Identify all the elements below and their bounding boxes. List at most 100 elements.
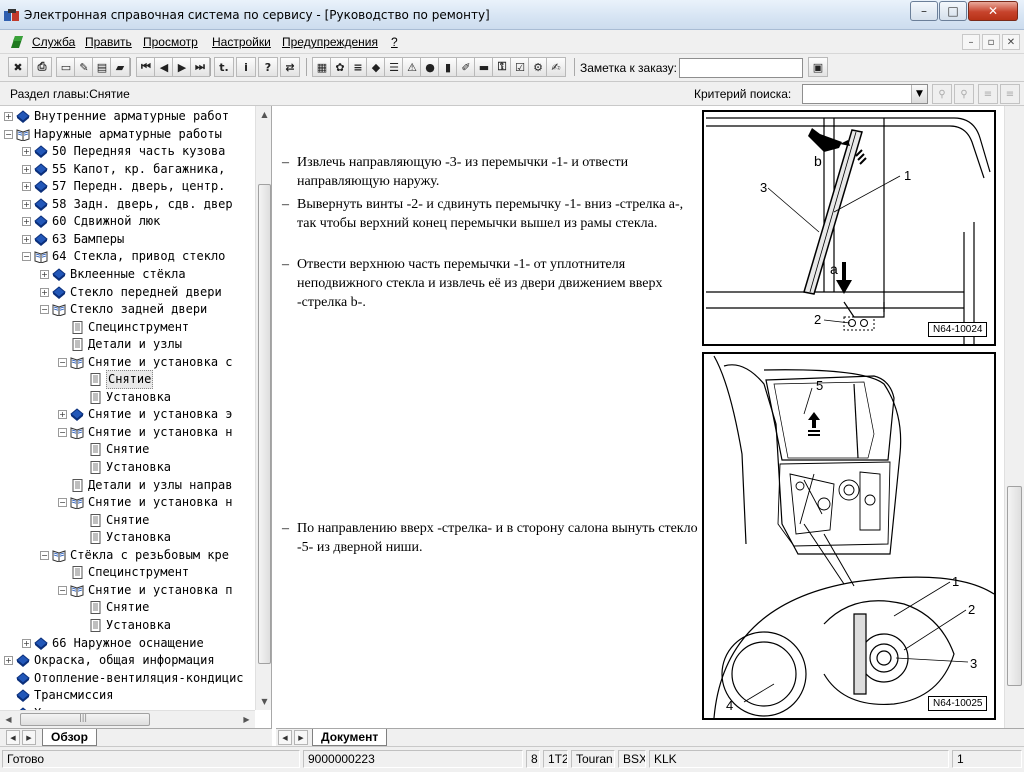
- tool-icon-button[interactable]: ✐: [456, 57, 476, 77]
- warning-icon-button[interactable]: ⚠: [402, 57, 422, 77]
- wiring-icon-button[interactable]: ≡: [348, 57, 368, 77]
- maximize-button[interactable]: □: [939, 1, 967, 21]
- expand-icon[interactable]: +: [22, 199, 31, 209]
- tree-hscroll-thumb[interactable]: |||: [20, 713, 150, 726]
- expand-icon[interactable]: +: [58, 410, 67, 420]
- tree-item-label: Вклеенные стёкла: [70, 266, 186, 281]
- collapse-icon[interactable]: −: [58, 585, 67, 595]
- expand-icon[interactable]: +: [4, 112, 13, 121]
- scroll-down-icon[interactable]: ▼: [256, 693, 271, 710]
- tree-vertical-scrollbar[interactable]: ▲ ▼: [255, 106, 271, 710]
- print-icon-button[interactable]: ⎙: [32, 57, 52, 77]
- info-icon-button[interactable]: i: [236, 57, 256, 77]
- note-icon-button[interactable]: ✍: [546, 57, 566, 77]
- expand-icon[interactable]: +: [22, 147, 31, 157]
- previous-icon-button[interactable]: ◀: [154, 57, 174, 77]
- tab-prev-icon[interactable]: ◀: [278, 730, 292, 745]
- edit-page-icon-button[interactable]: ✎: [74, 57, 94, 77]
- page-icon-button[interactable]: ▭: [56, 57, 76, 77]
- print-icon: ⎙: [37, 60, 47, 73]
- document-scroll-thumb[interactable]: [1007, 486, 1022, 686]
- scroll-left-icon[interactable]: ◀: [0, 711, 17, 728]
- chevron-down-icon[interactable]: ▼: [911, 85, 927, 103]
- tab-next-icon[interactable]: ▶: [22, 730, 36, 745]
- tree-item-label: Установка: [106, 389, 172, 404]
- list-icon-button[interactable]: ☰: [384, 57, 404, 77]
- last-page-icon-button[interactable]: ⏭: [190, 57, 210, 77]
- callout-1: 1: [952, 574, 959, 589]
- expand-icon[interactable]: +: [22, 164, 31, 174]
- tab-next-icon[interactable]: ▶: [294, 730, 308, 745]
- scroll-right-icon[interactable]: ▶: [238, 711, 255, 728]
- expand-icon[interactable]: +: [40, 269, 49, 279]
- menu-warnings[interactable]: Предупреждения: [282, 35, 378, 49]
- search-list-button[interactable]: ≡: [978, 84, 998, 104]
- car-icon-button[interactable]: ▰: [110, 57, 130, 77]
- search-options-button[interactable]: ≡: [1000, 84, 1020, 104]
- callout-1: 1: [904, 168, 911, 183]
- battery-icon-button[interactable]: ▮: [438, 57, 458, 77]
- expand-icon[interactable]: +: [4, 656, 13, 666]
- collapse-icon[interactable]: −: [58, 498, 67, 508]
- search-button[interactable]: ⚲: [932, 84, 952, 104]
- mdi-restore-button[interactable]: ▫: [982, 34, 1000, 50]
- app-icon: [4, 9, 19, 21]
- tree-item-label: Стекло задней двери: [70, 302, 208, 317]
- exit-icon: ✖: [13, 60, 23, 74]
- tree-horizontal-scrollbar[interactable]: ◀ ||| ▶: [0, 710, 255, 728]
- search-next-button[interactable]: ⚲: [954, 84, 974, 104]
- menu-view[interactable]: Просмотр: [143, 35, 198, 49]
- collapse-icon[interactable]: −: [58, 357, 67, 367]
- globe-icon-button[interactable]: ●: [420, 57, 440, 77]
- collapse-icon[interactable]: −: [40, 550, 49, 560]
- order-note-field[interactable]: [679, 58, 803, 78]
- collapse-icon[interactable]: −: [58, 427, 67, 437]
- collapse-icon[interactable]: −: [22, 252, 31, 262]
- tree-item-label: Специнструмент: [88, 565, 190, 580]
- back-icon-button[interactable]: t.: [214, 57, 234, 77]
- exit-icon-button[interactable]: ✖: [8, 57, 28, 77]
- menu-edit[interactable]: Править: [85, 35, 132, 49]
- document-vertical-scrollbar[interactable]: [1004, 106, 1024, 728]
- step-text: Отвести верхнюю часть перемычки -1- от у…: [297, 257, 663, 310]
- tree-scroll-thumb[interactable]: [258, 184, 271, 664]
- menu-service[interactable]: Служба: [32, 35, 75, 49]
- expand-icon[interactable]: +: [40, 287, 49, 297]
- wiring-icon: ≡: [353, 60, 363, 74]
- next-icon-button[interactable]: ▶: [172, 57, 192, 77]
- tree-item-label: Установка: [106, 617, 172, 632]
- key-icon-button[interactable]: ⚿: [492, 57, 512, 77]
- tree-item-label: Снятие и установка э: [88, 407, 233, 422]
- mdi-close-button[interactable]: ✕: [1002, 34, 1020, 50]
- expand-icon[interactable]: +: [22, 182, 31, 192]
- app-menu-icon[interactable]: [9, 34, 25, 50]
- first-page-icon-button[interactable]: ⏮: [136, 57, 156, 77]
- document-icon-button[interactable]: ▤: [92, 57, 112, 77]
- scroll-up-icon[interactable]: ▲: [256, 106, 271, 123]
- collapse-icon[interactable]: −: [40, 305, 49, 315]
- settings-icon-button[interactable]: ⚙: [528, 57, 548, 77]
- sync-icon-button[interactable]: ⇄: [280, 57, 300, 77]
- expand-icon[interactable]: +: [22, 638, 31, 648]
- tab-overview[interactable]: Обзор: [42, 729, 97, 746]
- tab-prev-icon[interactable]: ◀: [6, 730, 20, 745]
- menu-help[interactable]: ?: [391, 35, 398, 49]
- checklist-icon-button[interactable]: ☑: [510, 57, 530, 77]
- expand-icon[interactable]: +: [22, 234, 31, 244]
- mdi-minimize-button[interactable]: –: [962, 34, 980, 50]
- book-icon-button[interactable]: ◆: [366, 57, 386, 77]
- status-field-1: 8: [526, 750, 540, 768]
- engine-icon-button[interactable]: ✿: [330, 57, 350, 77]
- search-criteria-combo[interactable]: ▼: [802, 84, 928, 104]
- calculator-icon-button[interactable]: ▦: [312, 57, 332, 77]
- close-button[interactable]: ✕: [968, 1, 1018, 21]
- minimize-button[interactable]: –: [910, 1, 938, 21]
- order-note-button[interactable]: ▣: [808, 57, 828, 77]
- tab-document[interactable]: Документ: [312, 729, 388, 746]
- collapse-icon[interactable]: −: [4, 129, 13, 139]
- help-icon-button[interactable]: ?: [258, 57, 278, 77]
- vehicle-icon-button[interactable]: ▬: [474, 57, 494, 77]
- menu-settings[interactable]: Настройки: [212, 35, 271, 49]
- tree-item-label: Внутренние арматурные работ: [34, 109, 230, 123]
- expand-icon[interactable]: +: [22, 217, 31, 227]
